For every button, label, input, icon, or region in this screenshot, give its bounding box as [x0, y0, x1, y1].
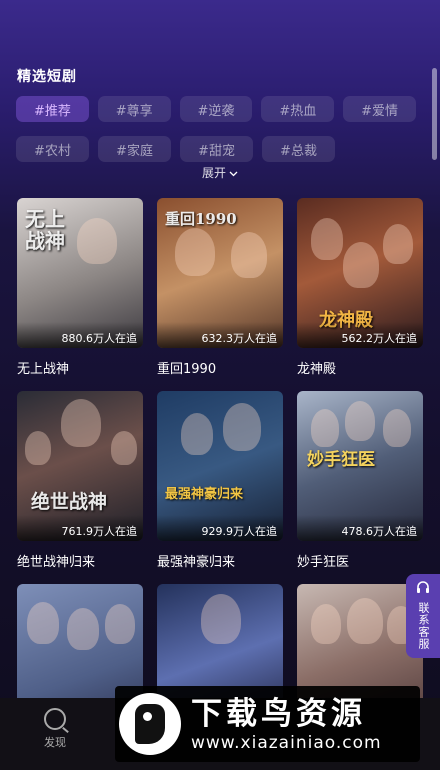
- drama-card[interactable]: 无上战神 880.6万人在追 无上战神: [17, 198, 143, 391]
- scroll-indicator: [432, 68, 437, 160]
- drama-title[interactable]: 最强神豪归来: [157, 551, 283, 571]
- poster-title: 无上战神: [25, 207, 65, 253]
- view-count: 761.9万人在追: [17, 515, 143, 541]
- tag-premium[interactable]: #尊享: [97, 96, 171, 122]
- watermark-banner: 下载鸟资源 www.xiazainiao.com: [115, 686, 420, 762]
- nav-discover[interactable]: 发现: [33, 708, 77, 750]
- drama-card[interactable]: 龙神殿 562.2万人在追 龙神殿: [297, 198, 423, 391]
- drama-card[interactable]: 绝世战神 761.9万人在追 绝世战神归来: [17, 391, 143, 584]
- watermark-title: 下载鸟资源: [191, 696, 366, 732]
- poster-figure: [343, 242, 379, 288]
- poster-title: 重回1990: [165, 210, 237, 228]
- poster-figure: [25, 431, 51, 465]
- drama-title[interactable]: 无上战神: [17, 358, 143, 378]
- nav-discover-label: 发现: [44, 736, 66, 749]
- tag-ceo[interactable]: #总裁: [262, 136, 335, 162]
- poster-title: 绝世战神: [31, 491, 108, 513]
- poster-figure: [105, 604, 135, 644]
- drama-title[interactable]: 重回1990: [157, 358, 283, 378]
- poster-figure: [67, 608, 99, 650]
- poster-title: 最强神豪归来: [165, 487, 244, 502]
- drama-poster[interactable]: 妙手狂医 478.6万人在追: [297, 391, 423, 541]
- customer-service-label: 联系客服: [417, 602, 430, 650]
- tag-rural[interactable]: #农村: [16, 136, 89, 162]
- poster-figure: [223, 403, 261, 451]
- poster-figure: [181, 413, 213, 455]
- drama-card[interactable]: 最强神豪归来 929.9万人在追 最强神豪归来: [157, 391, 283, 584]
- poster-figure: [311, 604, 341, 644]
- poster-figure: [345, 401, 375, 441]
- drama-poster[interactable]: 绝世战神 761.9万人在追: [17, 391, 143, 541]
- bird-logo-icon: [119, 693, 181, 755]
- tag-hotblood[interactable]: #热血: [261, 96, 335, 122]
- tag-comeback[interactable]: #逆袭: [179, 96, 253, 122]
- drama-poster[interactable]: 龙神殿 562.2万人在追: [297, 198, 423, 348]
- drama-poster[interactable]: 重回1990 632.3万人在追: [157, 198, 283, 348]
- poster-figure: [61, 399, 101, 447]
- drama-card[interactable]: 重回1990 632.3万人在追 重回1990: [157, 198, 283, 391]
- headset-icon: [415, 580, 431, 600]
- expand-button[interactable]: 展开: [0, 164, 440, 181]
- drama-card[interactable]: 妙手狂医 478.6万人在追 妙手狂医: [297, 391, 423, 584]
- poster-figure: [27, 602, 59, 644]
- drama-poster[interactable]: 最强神豪归来 929.9万人在追: [157, 391, 283, 541]
- tag-sweet[interactable]: #甜宠: [180, 136, 253, 162]
- poster-figure: [347, 598, 383, 644]
- view-count: 929.9万人在追: [157, 515, 283, 541]
- drama-title[interactable]: 绝世战神归来: [17, 551, 143, 571]
- poster-figure: [111, 431, 137, 465]
- drama-title[interactable]: 妙手狂医: [297, 551, 423, 571]
- expand-label: 展开: [201, 166, 226, 180]
- poster-title: 妙手狂医: [307, 450, 375, 470]
- poster-figure: [77, 218, 117, 264]
- tag-row: #推荐 #尊享 #逆袭 #热血 #爱情: [16, 96, 416, 122]
- drama-title[interactable]: 龙神殿: [297, 358, 423, 378]
- tag-romance[interactable]: #爱情: [343, 96, 416, 122]
- view-count: 632.3万人在追: [157, 322, 283, 348]
- poster-figure: [175, 228, 215, 276]
- poster-figure: [311, 409, 339, 447]
- section-title: 精选短剧: [17, 69, 77, 85]
- poster-figure: [383, 409, 411, 447]
- poster-figure: [311, 218, 343, 260]
- tag-family[interactable]: #家庭: [98, 136, 171, 162]
- poster-figure: [201, 594, 241, 644]
- discover-icon: [44, 708, 66, 730]
- view-count: 562.2万人在追: [297, 322, 423, 348]
- poster-figure: [383, 224, 413, 264]
- view-count: 880.6万人在追: [17, 322, 143, 348]
- customer-service-button[interactable]: 联系客服: [406, 574, 440, 658]
- tag-recommend[interactable]: #推荐: [16, 96, 89, 122]
- view-count: 478.6万人在追: [297, 515, 423, 541]
- poster-figure: [231, 232, 267, 278]
- tag-row: #农村 #家庭 #甜宠 #总裁: [16, 136, 416, 162]
- drama-grid: 无上战神 880.6万人在追 无上战神 重回1990 632.3万人在追 重回1…: [17, 198, 425, 770]
- drama-poster[interactable]: 无上战神 880.6万人在追: [17, 198, 143, 348]
- watermark-url: www.xiazainiao.com: [191, 733, 382, 753]
- chevron-down-icon: [229, 166, 238, 180]
